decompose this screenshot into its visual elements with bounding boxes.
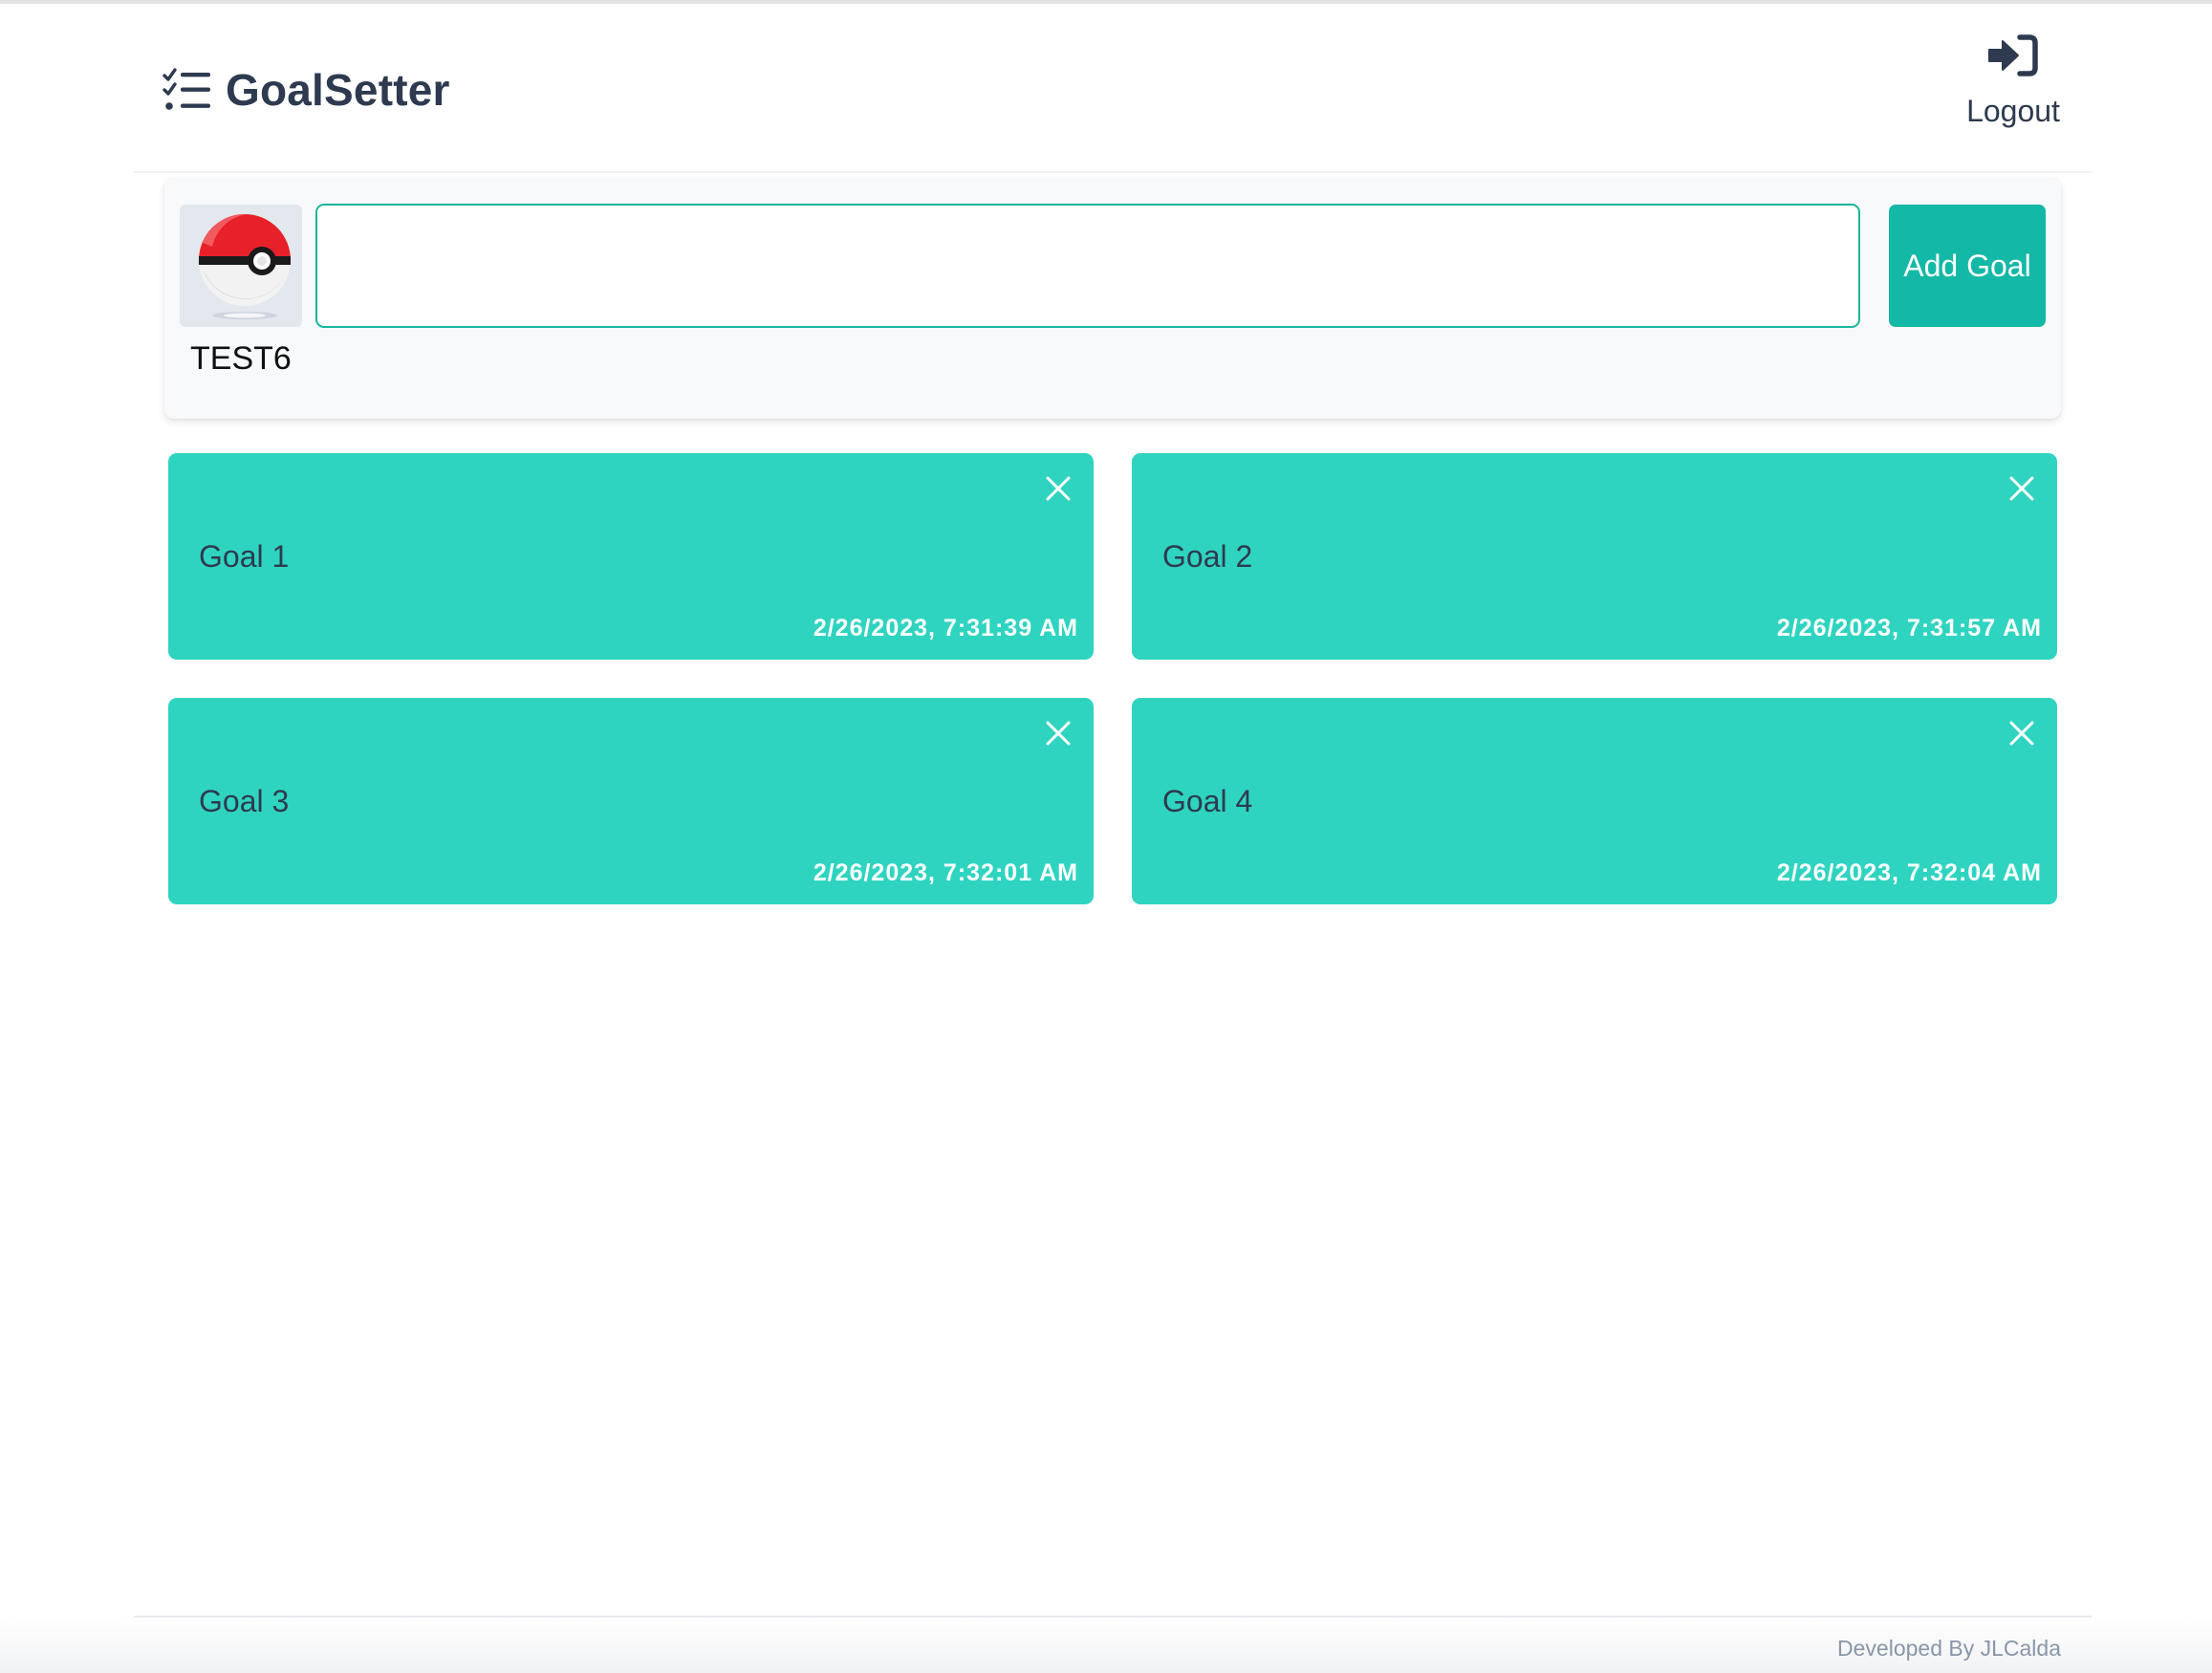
goals-grid: Goal 1 2/26/2023, 7:31:39 AM Goal 2 2/26… <box>168 453 2057 904</box>
goal-date: 2/26/2023, 7:32:04 AM <box>1776 859 2042 886</box>
brand[interactable]: GoalSetter <box>163 61 450 119</box>
goal-input[interactable] <box>315 204 1860 328</box>
username: TEST6 <box>190 340 292 377</box>
goal-title: Goal 3 <box>199 784 290 818</box>
add-goal-button[interactable]: Add Goal <box>1889 205 2046 327</box>
close-icon[interactable] <box>1044 474 1073 503</box>
close-icon[interactable] <box>1044 719 1073 748</box>
goal-card: Goal 1 2/26/2023, 7:31:39 AM <box>168 453 1094 660</box>
goal-date: 2/26/2023, 7:32:01 AM <box>813 859 1078 886</box>
goal-card: Goal 4 2/26/2023, 7:32:04 AM <box>1132 698 2057 904</box>
goalsetter-page: GoalSetter Logout TEST6 Add Goal Goal 1 … <box>0 0 2212 1673</box>
goal-date: 2/26/2023, 7:31:39 AM <box>813 615 1078 641</box>
close-icon[interactable] <box>2007 719 2036 748</box>
goal-title: Goal 4 <box>1162 784 1253 818</box>
goal-date: 2/26/2023, 7:31:57 AM <box>1776 615 2042 641</box>
goal-composer: TEST6 Add Goal <box>164 178 2061 419</box>
close-icon[interactable] <box>2007 474 2036 503</box>
goal-title: Goal 2 <box>1162 539 1253 574</box>
logout-button[interactable]: Logout <box>1946 33 2080 147</box>
logout-label: Logout <box>1966 94 2060 128</box>
footer-credit: Developed By JLCalda <box>1837 1636 2061 1661</box>
avatar <box>180 205 302 327</box>
goal-card: Goal 2 2/26/2023, 7:31:57 AM <box>1132 453 2057 660</box>
checklist-icon <box>163 67 212 113</box>
app-header: GoalSetter Logout <box>134 4 2092 173</box>
sign-in-icon <box>1987 33 2039 78</box>
pokeball-icon <box>180 205 302 327</box>
goal-card: Goal 3 2/26/2023, 7:32:01 AM <box>168 698 1094 904</box>
brand-title: GoalSetter <box>226 65 450 115</box>
goal-title: Goal 1 <box>199 539 290 574</box>
